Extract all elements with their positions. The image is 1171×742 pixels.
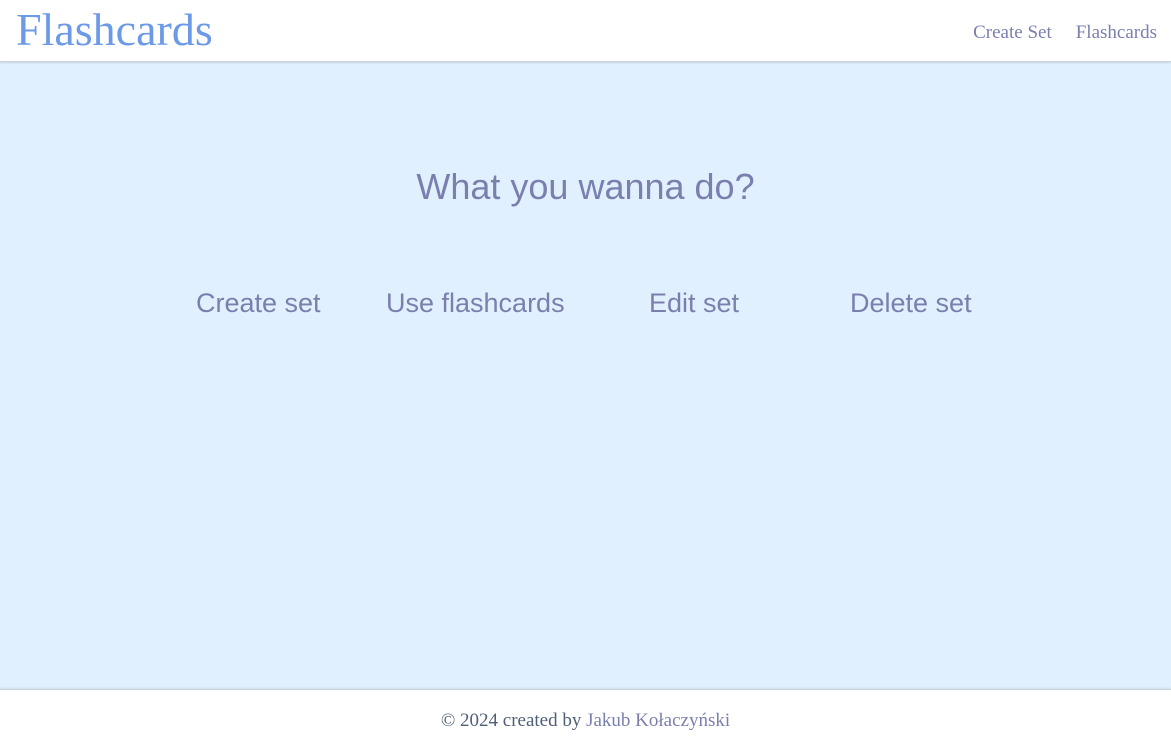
nav-flashcards-link[interactable]: Flashcards [1076, 21, 1157, 45]
top-navbar: Flashcards Create Set Flashcards [0, 0, 1171, 62]
create-set-action[interactable]: Create set [196, 286, 321, 320]
page-heading: What you wanna do? [416, 166, 755, 207]
delete-set-action[interactable]: Delete set [850, 286, 972, 320]
page-footer: © 2024 created by Jakub Kołaczyński [0, 689, 1171, 742]
author-link[interactable]: Jakub Kołaczyński [586, 710, 730, 731]
main-nav: Create Set Flashcards [973, 21, 1157, 45]
copyright-text: © 2024 created by [440, 710, 582, 731]
nav-create-set-link[interactable]: Create Set [973, 21, 1052, 45]
edit-set-action[interactable]: Edit set [649, 286, 739, 320]
main-content: What you wanna do? Create set Use flashc… [0, 62, 1171, 689]
brand-logo-link[interactable]: Flashcards [16, 2, 213, 58]
footer-credit: © 2024 created by Jakub Kołaczyński [0, 709, 1171, 733]
use-flashcards-action[interactable]: Use flashcards [386, 286, 565, 320]
